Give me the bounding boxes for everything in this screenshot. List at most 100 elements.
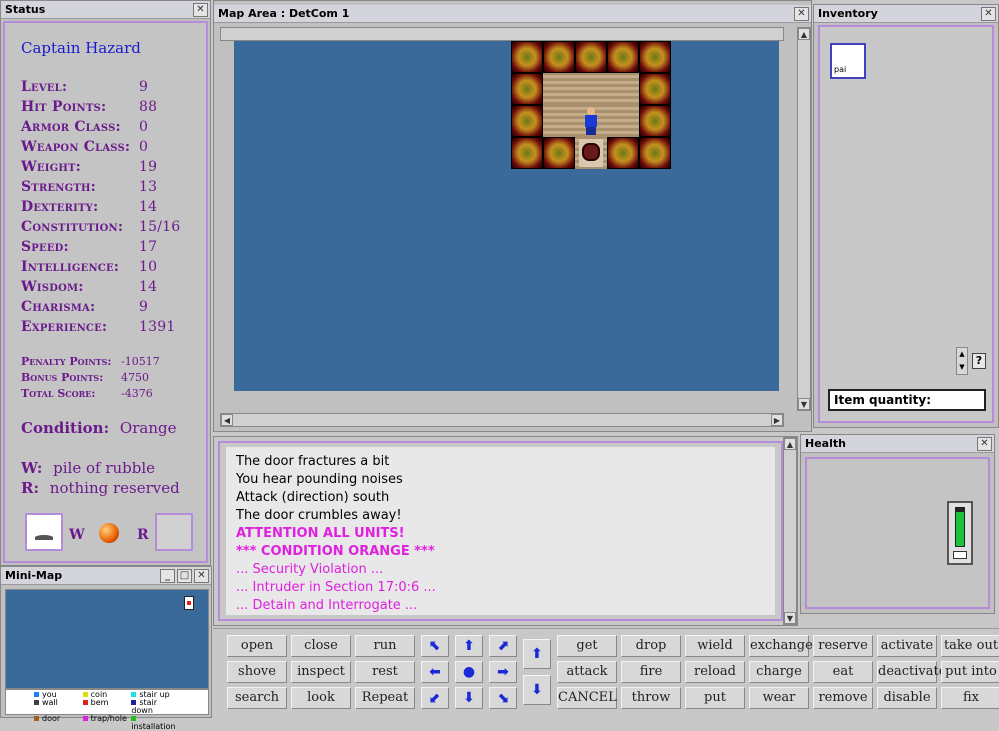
- command-button-get[interactable]: get: [557, 635, 617, 657]
- scroll-up-icon[interactable]: ▲: [784, 438, 796, 450]
- move-southeast-button[interactable]: ⬊: [489, 687, 517, 709]
- command-button-drop[interactable]: drop: [621, 635, 681, 657]
- command-button-fire[interactable]: fire: [621, 661, 681, 683]
- minimap-titlebar: Mini-Map _ □ ✕: [1, 567, 211, 585]
- command-button-reserve[interactable]: reserve: [813, 635, 873, 657]
- scroll-down-icon[interactable]: ▼: [784, 612, 796, 624]
- score-label: Penalty Points:: [21, 355, 112, 368]
- command-button-inspect[interactable]: inspect: [291, 661, 351, 683]
- map-canvas[interactable]: [234, 41, 779, 391]
- help-button[interactable]: ?: [972, 353, 986, 369]
- stat-label: Hit Points:: [21, 99, 107, 115]
- move-west-button[interactable]: ⬅: [421, 661, 449, 683]
- stay-button[interactable]: ●: [455, 661, 483, 683]
- command-button-exchange[interactable]: exchange: [749, 635, 813, 657]
- stat-value: 19: [139, 159, 158, 175]
- command-button-shove[interactable]: shove: [227, 661, 287, 683]
- command-button-charge[interactable]: charge: [749, 661, 809, 683]
- close-icon[interactable]: ✕: [794, 6, 809, 21]
- map-top-scrollbar[interactable]: [220, 27, 784, 41]
- command-button-put[interactable]: put: [685, 687, 745, 709]
- stat-row: Armor Class: 0: [21, 119, 148, 135]
- monster-icon: [579, 139, 603, 167]
- stair-up-button[interactable]: ⬆: [523, 639, 551, 669]
- map-vscrollbar[interactable]: ▲ ▼: [797, 27, 811, 411]
- minimap-canvas[interactable]: [5, 589, 209, 689]
- stat-row: Hit Points: 88: [21, 99, 157, 115]
- message-line: You hear pounding noises: [236, 472, 403, 487]
- reserve-slot[interactable]: [155, 513, 193, 551]
- command-button-take-out[interactable]: take out: [941, 635, 999, 657]
- player-icon: [585, 107, 597, 135]
- health-gauge-base: [953, 551, 967, 559]
- move-south-button[interactable]: ⬇: [455, 687, 483, 709]
- stat-row: Wisdom: 14: [21, 279, 157, 295]
- command-button-wield[interactable]: wield: [685, 635, 745, 657]
- close-icon[interactable]: ✕: [981, 6, 996, 21]
- inventory-item-slot[interactable]: pai: [830, 43, 866, 79]
- move-northeast-button[interactable]: ⬈: [489, 635, 517, 657]
- command-button-activate[interactable]: activate: [877, 635, 937, 657]
- stat-label: Constitution:: [21, 219, 124, 235]
- legend-swatch: [131, 692, 137, 697]
- stat-row: Strength: 13: [21, 179, 157, 195]
- stat-value: 15/16: [139, 219, 181, 235]
- minimize-icon[interactable]: _: [160, 568, 175, 583]
- maximize-icon[interactable]: □: [177, 568, 192, 583]
- stat-row: Dexterity: 14: [21, 199, 157, 215]
- close-icon[interactable]: ✕: [977, 436, 992, 451]
- stat-value: 0: [139, 119, 149, 135]
- message-line: Attack (direction) south: [236, 490, 390, 505]
- wall-tile: [639, 105, 671, 137]
- legend-item: stair down: [131, 698, 158, 715]
- move-southwest-button[interactable]: ⬋: [421, 687, 449, 709]
- command-button-attack[interactable]: attack: [557, 661, 617, 683]
- legend-swatch: [34, 700, 39, 705]
- score-row: Bonus Points: 4750: [21, 371, 149, 384]
- stat-label: Speed:: [21, 239, 69, 255]
- command-button-close[interactable]: close: [291, 635, 351, 657]
- inventory-scroll-icon[interactable]: ▲ ▼: [956, 347, 968, 375]
- move-east-button[interactable]: ➡: [489, 661, 517, 683]
- command-button-reload[interactable]: reload: [685, 661, 745, 683]
- command-button-remove[interactable]: remove: [813, 687, 873, 709]
- score-value: -10517: [121, 355, 160, 368]
- map-hscrollbar[interactable]: ◀ ▶: [220, 413, 784, 427]
- legend-swatch: [34, 692, 39, 697]
- floor-tile: [607, 73, 639, 105]
- scroll-right-icon[interactable]: ▶: [771, 414, 783, 426]
- inventory-item-label: pai: [834, 65, 847, 74]
- wield-slot[interactable]: [25, 513, 63, 551]
- stat-value: 17: [139, 239, 158, 255]
- command-button-search[interactable]: search: [227, 687, 287, 709]
- move-north-button[interactable]: ⬆: [455, 635, 483, 657]
- score-row: Penalty Points: -10517: [21, 355, 160, 368]
- command-button-wear[interactable]: wear: [749, 687, 809, 709]
- command-button-throw[interactable]: throw: [621, 687, 681, 709]
- message-scrollbar[interactable]: ▲ ▼: [783, 437, 797, 625]
- item-quantity-field[interactable]: Item quantity:: [828, 389, 986, 411]
- command-button-eat[interactable]: eat: [813, 661, 873, 683]
- health-titlebar: Health ✕: [801, 435, 994, 453]
- move-northwest-button[interactable]: ⬉: [421, 635, 449, 657]
- scroll-down-icon[interactable]: ▼: [798, 398, 810, 410]
- command-button-disable[interactable]: disable: [877, 687, 937, 709]
- scroll-left-icon[interactable]: ◀: [221, 414, 233, 426]
- command-button-look[interactable]: look: [291, 687, 351, 709]
- stat-value: 1391: [139, 319, 176, 335]
- command-button-open[interactable]: open: [227, 635, 287, 657]
- legend-swatch: [82, 692, 88, 697]
- command-button-deactivate[interactable]: deactivate: [877, 661, 946, 683]
- scroll-up-icon[interactable]: ▲: [798, 28, 810, 40]
- close-icon[interactable]: ✕: [194, 568, 209, 583]
- floor-tile: [575, 73, 607, 105]
- stair-down-button[interactable]: ⬇: [523, 675, 551, 705]
- command-button-cancel[interactable]: CANCEL: [557, 687, 617, 709]
- command-button-put-into[interactable]: put into: [941, 661, 999, 683]
- map-window: Map Area : DetCom 1 ✕ ◀ ▶ ▲ ▼: [213, 0, 812, 432]
- command-button-repeat[interactable]: Repeat: [355, 687, 415, 709]
- close-icon[interactable]: ✕: [193, 2, 208, 17]
- command-button-fix[interactable]: fix: [941, 687, 999, 709]
- command-button-rest[interactable]: rest: [355, 661, 415, 683]
- command-button-run[interactable]: run: [355, 635, 415, 657]
